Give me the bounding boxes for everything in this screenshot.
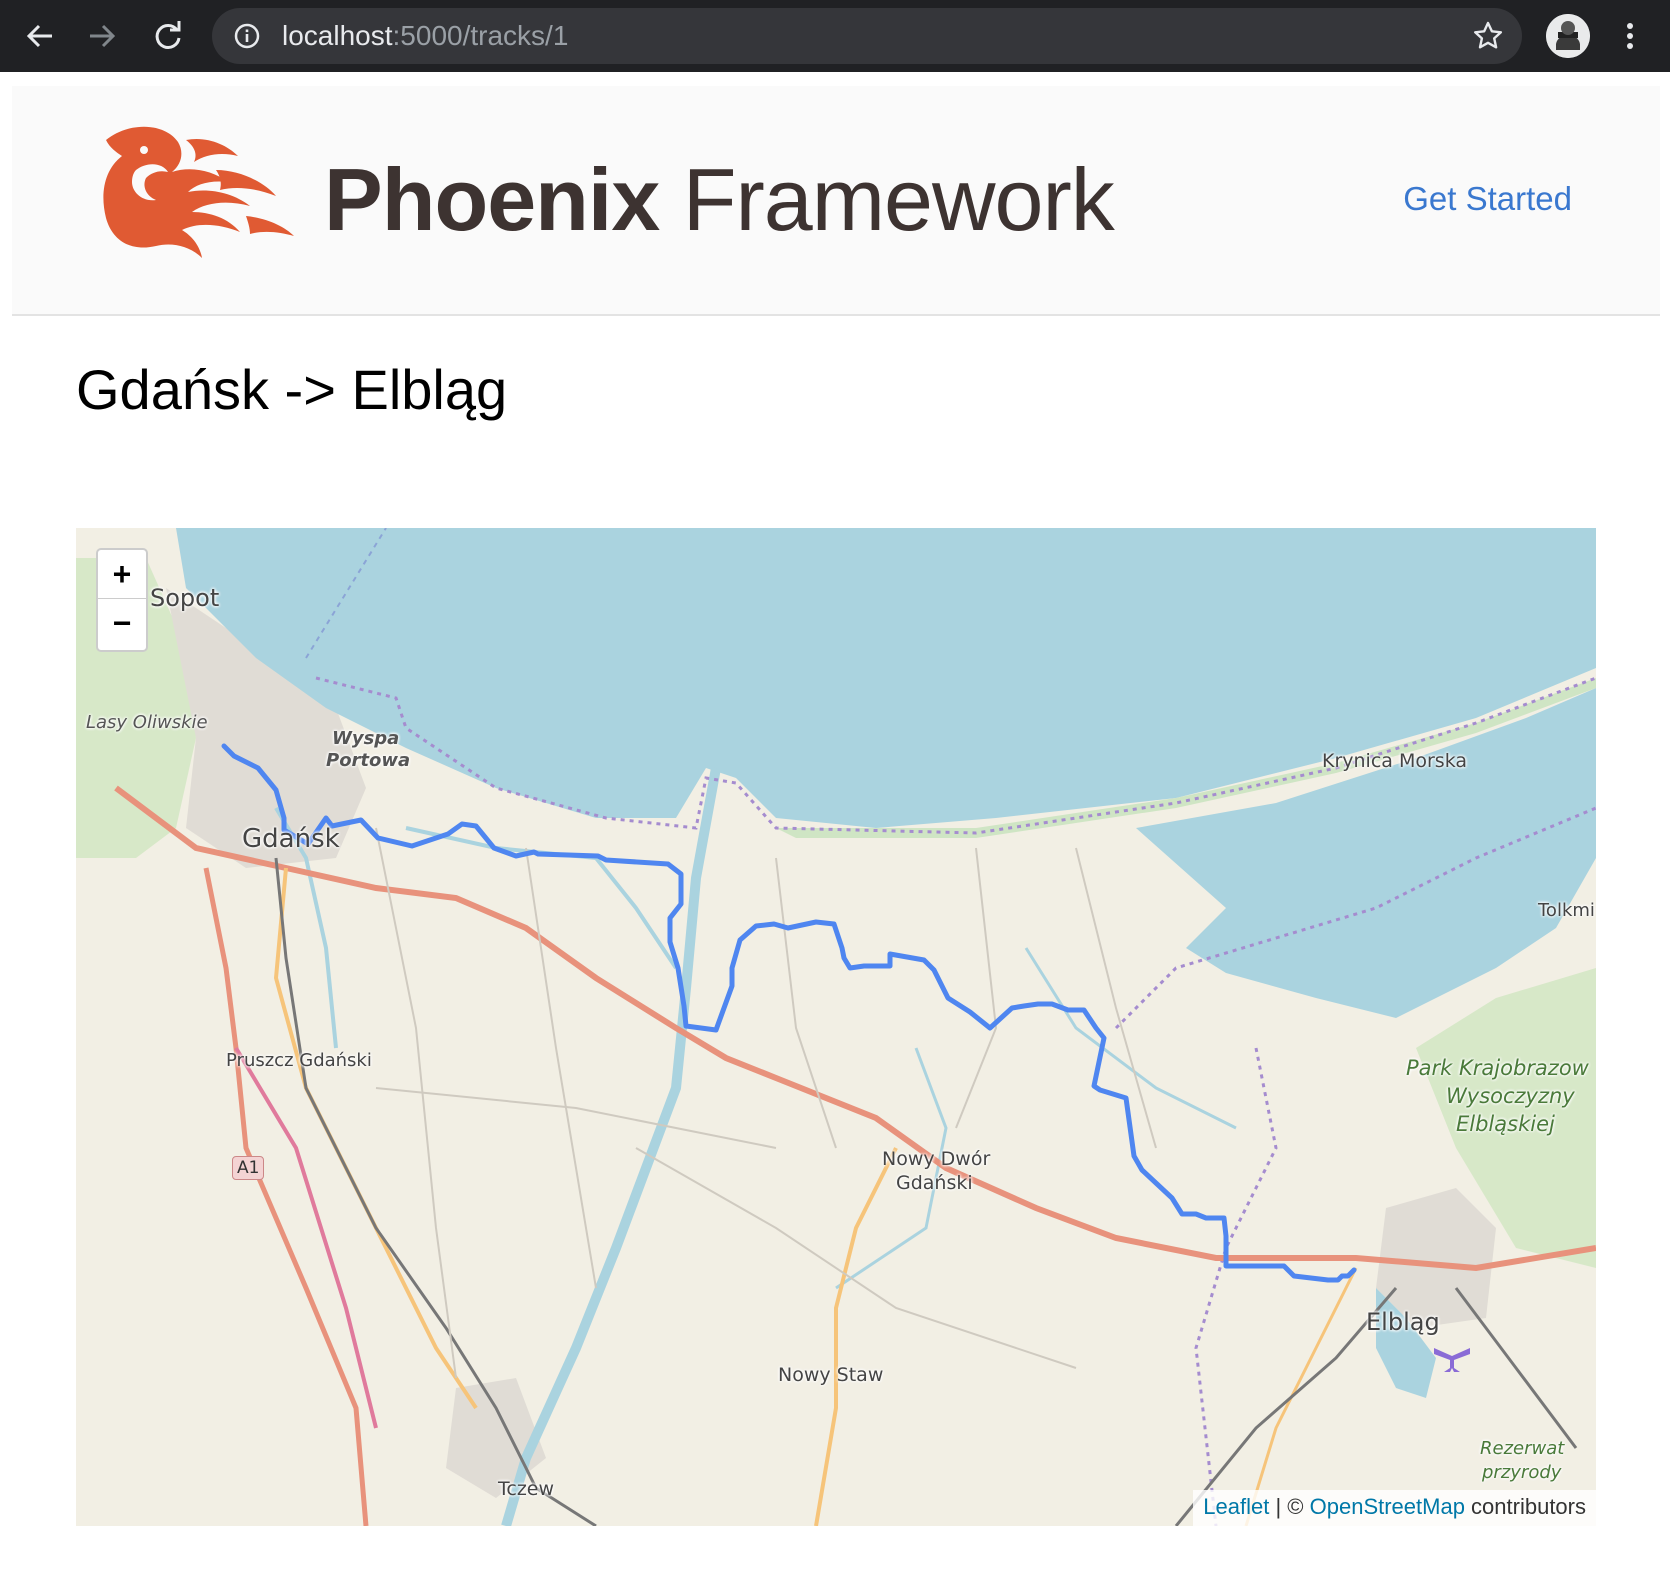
url-path: :5000/tracks/1 [392,20,569,51]
map-label-nowy-dwor-1: Nowy Dwór [882,1148,991,1170]
zoom-out-button[interactable]: − [98,599,146,647]
attribution-separator: | © [1269,1494,1310,1519]
brand-name: Phoenix Framework [324,148,1115,252]
arrow-right-icon [90,24,116,48]
back-button[interactable] [18,14,62,58]
profile-avatar[interactable] [1546,14,1590,58]
leaflet-link[interactable]: Leaflet [1203,1494,1269,1519]
map-label-portowa: Portowa [326,750,411,771]
reload-icon [155,21,181,49]
get-started-link[interactable]: Get Started [1403,180,1572,218]
map-label-rezerwat-1: Rezerwat [1480,1438,1565,1459]
map-label-park-2: Wysoczyzny [1446,1084,1575,1108]
road-shield-a1: A1 [232,1156,265,1180]
arrow-left-icon [26,24,52,48]
url-host: localhost [282,20,393,51]
url-text[interactable]: localhost:5000/tracks/1 [282,18,568,54]
map-label-park-3: Elbląskiej [1456,1112,1555,1136]
kebab-menu-icon [1627,23,1633,49]
map-label-wyspa: Wyspa [332,728,400,749]
zoom-in-button[interactable]: + [98,550,146,599]
map-label-tczew: Tczew [498,1478,555,1500]
route-map[interactable]: Sopot Lasy Oliwskie Wyspa Portowa Gdańsk… [76,528,1596,1526]
browser-menu-button[interactable] [1618,14,1642,58]
browser-toolbar: localhost:5000/tracks/1 [0,0,1670,72]
brand-bold: Phoenix [324,150,660,249]
map-label-park-1: Park Krajobrazow [1406,1056,1589,1080]
openstreetmap-link[interactable]: OpenStreetMap [1310,1494,1465,1519]
phoenix-bird-logo[interactable] [96,120,306,270]
map-label-sopot: Sopot [150,584,220,612]
info-icon[interactable] [234,23,260,49]
map-attribution: Leaflet | © OpenStreetMap contributors [1193,1490,1596,1526]
reload-button[interactable] [146,14,190,58]
map-label-nowy-dwor-2: Gdański [896,1172,973,1194]
brand-light: Framework [659,150,1115,249]
avatar-icon [1546,14,1590,58]
map-label-rezerwat-2: przyrody [1482,1462,1562,1483]
map-label-tolkmicko: Tolkmi [1538,900,1595,921]
map-label-nowy-staw: Nowy Staw [778,1364,884,1386]
star-icon[interactable] [1472,20,1504,52]
map-label-pruszcz: Pruszcz Gdański [226,1050,372,1071]
map-label-krynica-morska: Krynica Morska [1322,750,1468,772]
map-label-gdansk: Gdańsk [242,824,340,854]
forward-button[interactable] [80,14,124,58]
page-title: Gdańsk -> Elbląg [76,358,508,421]
map-label-elblag: Elbląg [1366,1308,1440,1336]
attribution-contributors: contributors [1464,1494,1586,1519]
zoom-control: + − [96,548,148,652]
address-bar[interactable]: localhost:5000/tracks/1 [212,8,1522,64]
site-header: Phoenix Framework Get Started [12,86,1660,316]
map-label-lasy-oliwskie: Lasy Oliwskie [86,712,208,733]
